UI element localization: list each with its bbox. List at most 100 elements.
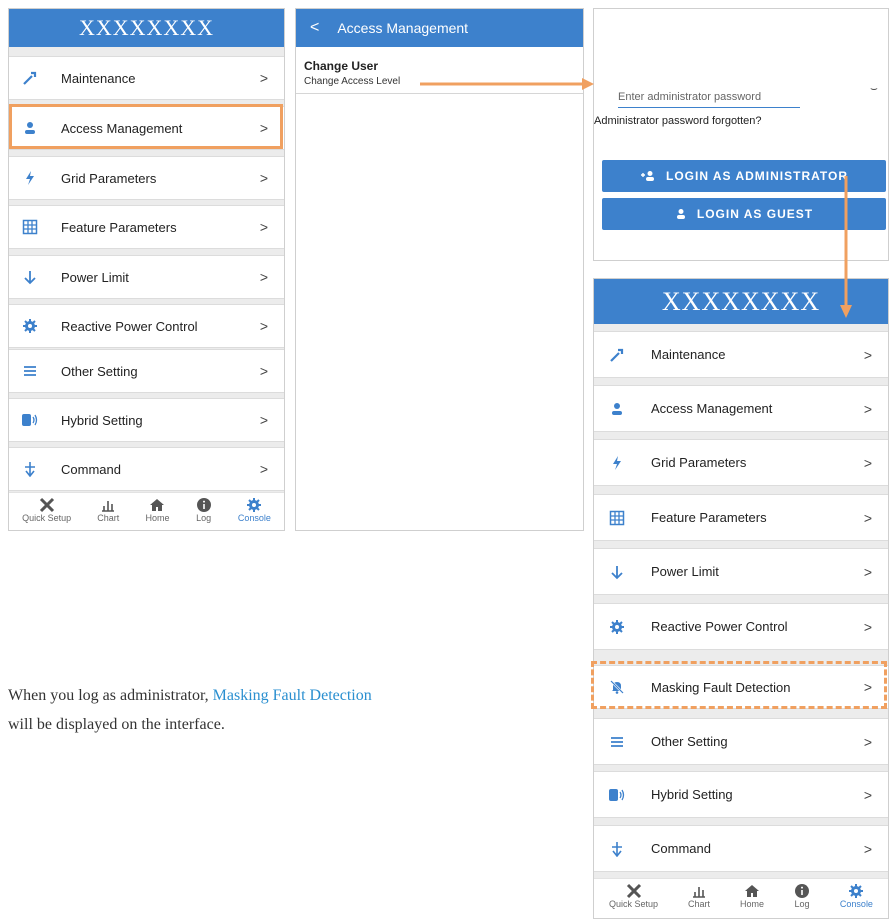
nav-label: Console	[237, 513, 271, 523]
change-user-subtitle: Change Access Level	[304, 76, 401, 87]
right-console-panel: XXXXXXXX Maintenance > Access Management…	[593, 278, 889, 919]
nav-chart[interactable]: Chart	[97, 497, 119, 530]
eye-off-icon[interactable]: ⌣	[870, 81, 878, 96]
home-icon	[744, 885, 759, 897]
chevron-right-icon: >	[259, 363, 268, 379]
menu-label: Command	[61, 461, 121, 477]
menu-item-hybrid-setting[interactable]: Hybrid Setting >	[594, 771, 888, 818]
menu-label: Grid Parameters	[61, 170, 157, 186]
gear-icon	[19, 315, 41, 337]
left-console-panel: XXXXXXXX Maintenance > Access Management…	[8, 8, 285, 531]
menu-item-feature-parameters[interactable]: Feature Parameters >	[9, 205, 284, 249]
app-header: XXXXXXXX	[9, 9, 284, 47]
menu-item-feature-parameters[interactable]: Feature Parameters >	[594, 494, 888, 541]
nav-label: Chart	[687, 899, 710, 909]
menu-item-reactive-power-control[interactable]: Reactive Power Control >	[9, 304, 284, 348]
wrench-icon	[19, 67, 41, 89]
nav-label: Console	[839, 899, 873, 909]
gear-icon	[606, 616, 628, 638]
menu-label: Command	[651, 841, 711, 856]
grid-icon	[606, 507, 628, 529]
nav-quick-setup[interactable]: Quick Setup	[609, 883, 658, 918]
change-user-title: Change User	[304, 59, 379, 73]
menu-label: Power Limit	[61, 269, 129, 285]
back-button[interactable]: <	[296, 19, 337, 37]
chart-icon	[102, 501, 115, 512]
chevron-right-icon: >	[259, 219, 268, 235]
wrench-icon	[606, 344, 628, 366]
menu-label: Maintenance	[61, 70, 136, 86]
menu-item-access-management[interactable]: Access Management >	[594, 385, 888, 432]
chevron-right-icon: >	[259, 170, 268, 186]
nav-label: Log	[794, 899, 810, 909]
menu-item-reactive-power-control[interactable]: Reactive Power Control >	[594, 603, 888, 650]
login-admin-button[interactable]: LOGIN AS ADMINISTRATOR	[602, 160, 886, 192]
menu-item-power-limit[interactable]: Power Limit >	[9, 255, 284, 299]
access-management-panel: < Access Management Change User Change A…	[295, 8, 584, 531]
nav-label: Quick Setup	[22, 513, 72, 523]
menu-item-command[interactable]: Command >	[594, 825, 888, 872]
chevron-right-icon: >	[259, 318, 268, 334]
tools-icon	[626, 883, 641, 899]
chevron-right-icon: >	[259, 70, 268, 86]
menu-item-grid-parameters[interactable]: Grid Parameters >	[594, 439, 888, 486]
password-field[interactable]: Enter administrator password	[618, 87, 800, 108]
caption-line2: will be displayed on the interface.	[8, 716, 225, 733]
user-icon	[606, 398, 628, 420]
access-header: < Access Management	[296, 9, 583, 47]
command-icon	[19, 458, 41, 480]
menu-item-command[interactable]: Command >	[9, 447, 284, 491]
gear-icon	[849, 884, 864, 898]
battery-icon	[606, 784, 628, 806]
menu-label: Reactive Power Control	[651, 619, 788, 634]
nav-chart[interactable]: Chart	[688, 883, 710, 918]
menu-item-grid-parameters[interactable]: Grid Parameters >	[9, 156, 284, 200]
nav-label: Home	[145, 513, 170, 523]
nav-quick-setup[interactable]: Quick Setup	[22, 497, 71, 530]
bolt-icon	[606, 452, 628, 474]
command-icon	[606, 838, 628, 860]
menu-item-power-limit[interactable]: Power Limit >	[594, 548, 888, 595]
grid-icon	[19, 216, 41, 238]
menu-item-maintenance[interactable]: Maintenance >	[594, 331, 888, 378]
app-header: XXXXXXXX	[594, 279, 888, 324]
caption-highlight: Masking Fault Detection	[212, 687, 372, 704]
menu-item-hybrid-setting[interactable]: Hybrid Setting >	[9, 398, 284, 442]
nav-console[interactable]: Console	[238, 497, 271, 530]
chevron-right-icon: >	[863, 509, 872, 526]
change-user-item[interactable]: Change User Change Access Level	[296, 47, 583, 94]
menu-label: Power Limit	[651, 564, 719, 579]
menu-item-maintenance[interactable]: Maintenance >	[9, 56, 284, 100]
menu-label: Reactive Power Control	[61, 318, 198, 334]
nav-console[interactable]: Console	[840, 883, 873, 918]
password-placeholder: Enter administrator password	[618, 91, 762, 103]
nav-log[interactable]: Log	[794, 883, 810, 918]
chevron-right-icon: >	[863, 840, 872, 857]
arrow-down-icon	[606, 561, 628, 583]
menu-item-other-setting[interactable]: Other Setting >	[9, 349, 284, 393]
nav-home[interactable]: Home	[740, 883, 764, 918]
chevron-right-icon: >	[863, 400, 872, 417]
nav-home[interactable]: Home	[145, 497, 169, 530]
menu-icon	[606, 731, 628, 753]
app-title: XXXXXXXX	[661, 286, 821, 316]
nav-label: Log	[196, 513, 212, 523]
menu-item-other-setting[interactable]: Other Setting >	[594, 718, 888, 765]
chevron-right-icon: >	[259, 412, 268, 428]
chevron-right-icon: >	[863, 563, 872, 580]
chevron-right-icon: >	[259, 269, 268, 285]
info-icon	[196, 498, 211, 512]
admin-icon	[641, 171, 654, 181]
login-guest-button[interactable]: LOGIN AS GUEST	[602, 198, 886, 230]
menu-label: Other Setting	[651, 734, 728, 749]
gear-icon	[247, 498, 262, 512]
menu-label: Hybrid Setting	[61, 412, 143, 428]
nav-log[interactable]: Log	[196, 497, 212, 530]
info-icon	[794, 884, 809, 898]
user-icon	[676, 209, 685, 219]
login-panel: Enter administrator password ⌣ Administr…	[593, 8, 889, 261]
tools-icon	[39, 497, 54, 513]
forgot-password-link[interactable]: Administrator password forgotten?	[594, 115, 762, 127]
chart-icon	[692, 887, 705, 898]
menu-label: Hybrid Setting	[651, 787, 733, 802]
